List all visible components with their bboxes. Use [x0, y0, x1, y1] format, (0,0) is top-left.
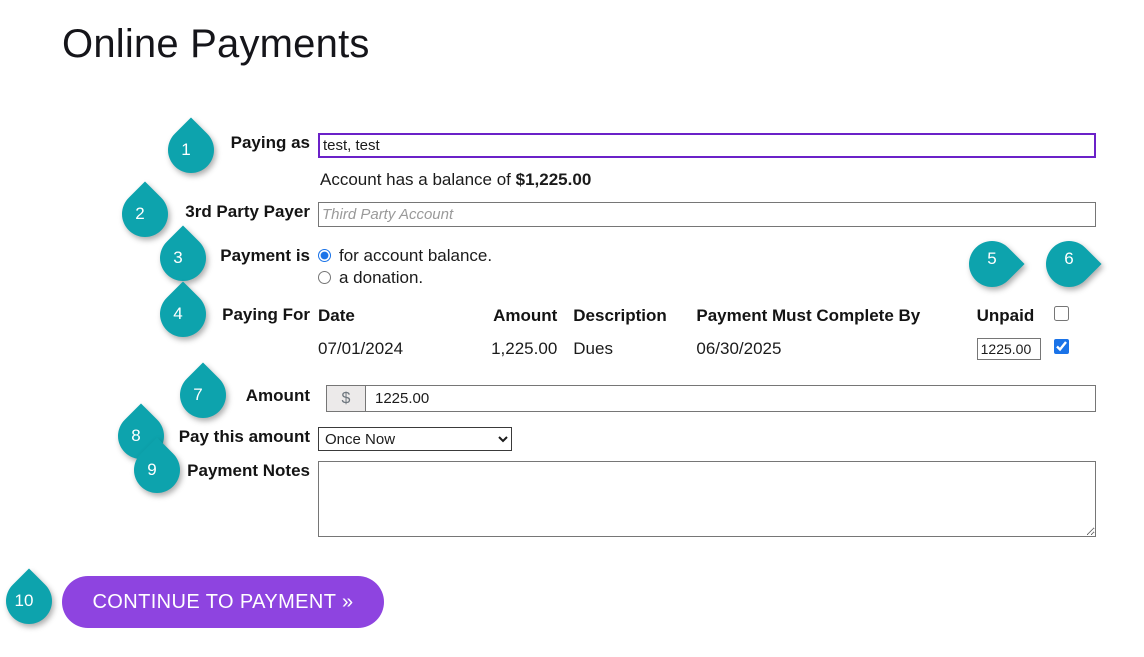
callout-pin-5: 5 — [959, 231, 1025, 297]
payment-is-options: for account balance. a donation. — [318, 246, 492, 290]
callout-number: 5 — [987, 249, 997, 268]
amount-input-group: $ — [326, 385, 1096, 412]
callout-number: 10 — [14, 591, 34, 610]
page-title: Online Payments — [62, 22, 370, 66]
column-header-due-date: Payment Must Complete By — [696, 306, 921, 325]
payment-notes-label: Payment Notes — [187, 461, 310, 480]
pay-schedule-wrap: Once Now — [318, 427, 512, 451]
column-header-select-all — [1054, 306, 1078, 338]
unpaid-amount-input[interactable] — [976, 338, 1041, 360]
row-select-checkbox[interactable] — [1054, 339, 1070, 354]
balance-prefix: Account has a balance of — [320, 170, 516, 189]
payment-notes-wrap — [318, 461, 1096, 542]
payment-is-label: Payment is — [220, 246, 310, 265]
amount-input[interactable] — [365, 385, 1096, 412]
column-header-date: Date — [318, 306, 355, 325]
cell-due-date: 06/30/2025 — [696, 339, 782, 358]
paying-as-label: Paying as — [230, 133, 310, 152]
table-row: 07/01/2024 1,225.00 Dues 06/30/2025 — [318, 338, 1078, 360]
radio-account-balance-label: for account balance. — [339, 245, 493, 265]
amount-label: Amount — [245, 386, 310, 405]
third-party-field-wrap — [318, 202, 1096, 227]
select-all-checkbox[interactable] — [1054, 306, 1070, 321]
third-party-input[interactable] — [318, 202, 1096, 227]
paying-as-input[interactable] — [318, 133, 1096, 158]
cell-description: Dues — [573, 339, 613, 358]
cell-select — [1054, 338, 1078, 360]
pay-schedule-select[interactable]: Once Now — [318, 427, 512, 451]
pay-this-amount-label: Pay this amount — [178, 427, 310, 446]
radio-account-balance-input[interactable] — [318, 249, 331, 262]
paying-for-table: Date Amount Description Payment Must Com… — [318, 306, 1078, 360]
callout-pin-6: 6 — [1036, 231, 1102, 297]
third-party-label: 3rd Party Payer — [185, 202, 310, 221]
account-balance-text: Account has a balance of $1,225.00 — [320, 170, 591, 190]
callout-pin-10: 10 — [0, 568, 62, 634]
continue-to-payment-button[interactable]: CONTINUE TO PAYMENT » — [62, 576, 384, 628]
column-header-amount: Amount — [493, 306, 558, 325]
cell-date: 07/01/2024 — [318, 339, 404, 358]
paying-as-field-wrap — [318, 133, 1096, 158]
cell-unpaid — [976, 338, 1055, 360]
radio-donation-input[interactable] — [318, 271, 331, 284]
radio-donation-label: a donation. — [339, 267, 424, 287]
payment-notes-textarea[interactable] — [318, 461, 1096, 537]
paying-for-label: Paying For — [222, 305, 310, 324]
column-header-unpaid: Unpaid — [976, 306, 1035, 325]
balance-amount: $1,225.00 — [515, 170, 592, 189]
table-body: 07/01/2024 1,225.00 Dues 06/30/2025 — [318, 338, 1078, 360]
currency-symbol-addon: $ — [326, 385, 365, 412]
radio-option-donation[interactable]: a donation. — [318, 268, 492, 287]
radio-option-account-balance[interactable]: for account balance. — [318, 246, 492, 265]
callout-number: 6 — [1064, 249, 1074, 268]
cell-amount: 1,225.00 — [491, 339, 558, 358]
table-header-row: Date Amount Description Payment Must Com… — [318, 306, 1078, 338]
column-header-description: Description — [573, 306, 667, 325]
table-head: Date Amount Description Payment Must Com… — [318, 306, 1078, 338]
